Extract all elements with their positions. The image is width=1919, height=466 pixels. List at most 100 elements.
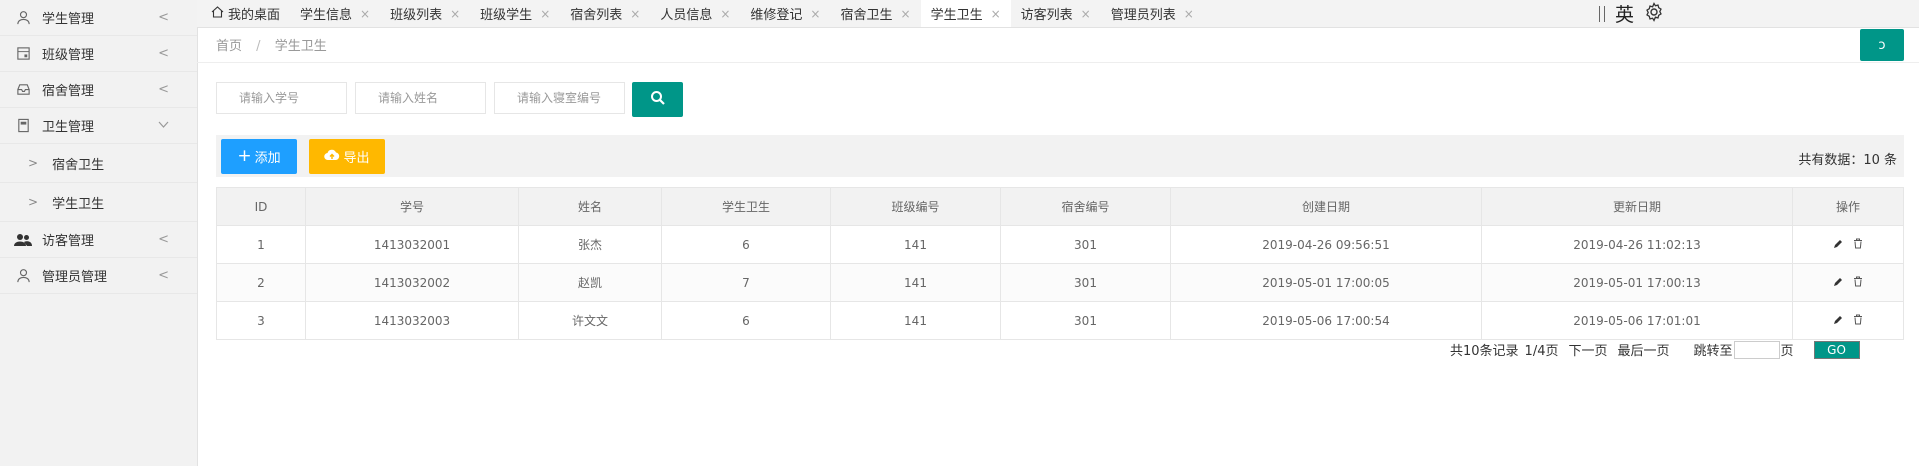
page-jump-input[interactable]	[1733, 340, 1780, 359]
sidebar-item-student-hygiene[interactable]: > 学生卫生	[0, 183, 197, 222]
column-header-name: 姓名	[518, 187, 662, 226]
close-icon[interactable]: ×	[360, 7, 370, 21]
cell-class-no: 141	[830, 225, 1001, 264]
tab-desktop[interactable]: 我的桌面	[197, 0, 290, 27]
last-page-link[interactable]: 最后一页	[1618, 340, 1670, 359]
chevron-left-icon: <	[158, 232, 169, 247]
cell-student-no: 1413032003	[305, 301, 519, 340]
cell-dorm-no: 301	[1000, 225, 1171, 264]
edit-icon[interactable]	[1833, 238, 1843, 252]
breadcrumb-current: 学生卫生	[274, 39, 327, 54]
tab-visitor-list[interactable]: 访客列表 ×	[1011, 0, 1101, 27]
close-icon[interactable]: ×	[901, 7, 911, 21]
tab-label: 维修登记	[750, 8, 803, 23]
breadcrumb-home[interactable]: 首页	[216, 39, 242, 54]
student-no-input[interactable]	[216, 82, 347, 114]
close-icon[interactable]: ×	[1184, 7, 1194, 21]
tab-student-info[interactable]: 学生信息 ×	[290, 0, 380, 27]
tab-personnel-info[interactable]: 人员信息 ×	[650, 0, 740, 27]
close-icon[interactable]: ×	[810, 7, 820, 21]
column-header-updated: 更新日期	[1481, 187, 1793, 226]
sidebar-item-hygiene-management[interactable]: 卫生管理	[0, 108, 197, 144]
sidebar-item-student-management[interactable]: 学生管理 <	[0, 0, 197, 36]
delete-icon[interactable]	[1853, 276, 1863, 290]
tab-label: 访客列表	[1020, 8, 1073, 23]
go-button[interactable]: GO	[1813, 340, 1860, 359]
tab-dorm-list[interactable]: 宿舍列表 ×	[560, 0, 650, 27]
search-icon	[650, 90, 666, 110]
edit-icon[interactable]	[1833, 276, 1843, 290]
tab-class-list[interactable]: 班级列表 ×	[380, 0, 470, 27]
language-toggle[interactable]: 英	[1615, 0, 1634, 27]
tab-repair-register[interactable]: 维修登记 ×	[740, 0, 830, 27]
tab-class-students[interactable]: 班级学生 ×	[470, 0, 560, 27]
name-input[interactable]	[355, 82, 486, 114]
sidebar-item-label: 宿舍卫生	[52, 157, 105, 173]
cell-name: 许文文	[518, 301, 662, 340]
tab-student-hygiene[interactable]: 学生卫生 ×	[920, 0, 1011, 27]
sidebar-item-dorm-hygiene[interactable]: > 宿舍卫生	[0, 144, 197, 183]
cell-hygiene: 6	[661, 225, 831, 264]
cell-actions	[1792, 301, 1904, 340]
dorm-no-input[interactable]	[494, 82, 625, 114]
close-icon[interactable]: ×	[991, 7, 1001, 21]
cell-name: 赵凯	[518, 263, 662, 302]
tab-label: 班级学生	[480, 8, 533, 23]
close-icon[interactable]: ×	[630, 7, 640, 21]
chevron-right-icon: >	[28, 195, 39, 209]
user-icon	[14, 9, 32, 27]
close-icon[interactable]: ×	[720, 7, 730, 21]
delete-icon[interactable]	[1853, 238, 1863, 252]
cloud-upload-icon	[324, 149, 340, 165]
sidebar-item-visitor-management[interactable]: 访客管理 <	[0, 222, 197, 258]
tab-label: 我的桌面	[228, 8, 281, 23]
delete-icon[interactable]	[1853, 314, 1863, 328]
chevron-left-icon: <	[158, 268, 169, 283]
sidebar-item-label: 访客管理	[42, 234, 95, 249]
cell-dorm-no: 301	[1000, 301, 1171, 340]
cell-updated: 2019-05-01 17:00:13	[1481, 263, 1793, 302]
chevron-left-icon: <	[158, 10, 169, 25]
tab-label: 宿舍卫生	[840, 8, 893, 23]
cell-student-no: 1413032002	[305, 263, 519, 302]
group-icon	[14, 231, 32, 249]
sidebar-item-dorm-management[interactable]: 宿舍管理 <	[0, 72, 197, 108]
cell-created: 2019-04-26 09:56:51	[1170, 225, 1482, 264]
table-row: 3 1413032003 许文文 6 141 301 2019-05-06 17…	[216, 301, 1904, 340]
export-button[interactable]: 导出	[309, 139, 385, 174]
close-icon[interactable]: ×	[1081, 7, 1091, 21]
table-row: 2 1413032002 赵凯 7 141 301 2019-05-01 17:…	[216, 263, 1904, 302]
tab-admin-list[interactable]: 管理员列表 ×	[1101, 0, 1204, 27]
chevron-right-icon: >	[28, 156, 39, 170]
cell-class-no: 141	[830, 301, 1001, 340]
cell-dorm-no: 301	[1000, 263, 1171, 302]
sidebar-item-class-management[interactable]: 班级管理 <	[0, 36, 197, 72]
gear-icon[interactable]	[1644, 1, 1664, 26]
column-header-class-no: 班级编号	[830, 187, 1001, 226]
topbar-tools: 英	[1598, 0, 1664, 27]
inbox-icon	[14, 81, 32, 99]
cell-student-no: 1413032001	[305, 225, 519, 264]
chevron-down-icon	[158, 118, 169, 133]
tab-label: 管理员列表	[1110, 8, 1176, 23]
edit-icon[interactable]	[1833, 314, 1843, 328]
add-button[interactable]: + 添加	[221, 139, 297, 174]
tab-dorm-hygiene[interactable]: 宿舍卫生 ×	[830, 0, 920, 27]
close-icon[interactable]: ×	[540, 7, 550, 21]
breadcrumb: 首页 / 学生卫生	[216, 35, 327, 54]
sidebar-item-admin-management[interactable]: 管理员管理 <	[0, 258, 197, 294]
user-icon	[14, 267, 32, 285]
search-button[interactable]	[632, 82, 683, 117]
cell-actions	[1792, 225, 1904, 264]
export-button-label: 导出	[343, 151, 370, 166]
table-toolbar: + 添加 导出 共有数据：10 条	[216, 135, 1904, 177]
next-page-link[interactable]: 下一页	[1568, 340, 1607, 359]
divider	[1598, 5, 1605, 22]
close-icon[interactable]: ×	[450, 7, 460, 21]
cell-created: 2019-05-01 17:00:05	[1170, 263, 1482, 302]
plus-icon: +	[237, 146, 252, 166]
refresh-button[interactable]: ↄ	[1860, 29, 1904, 61]
tab-label: 学生卫生	[930, 8, 983, 23]
cell-id: 1	[216, 225, 306, 264]
table-row: 1 1413032001 张杰 6 141 301 2019-04-26 09:…	[216, 225, 1904, 264]
